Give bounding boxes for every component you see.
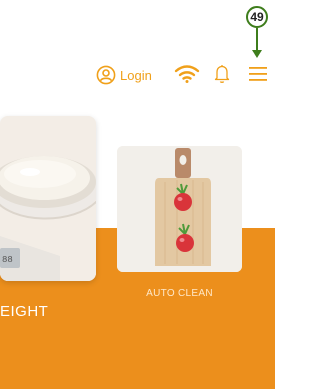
annotation-number: 49 — [250, 10, 264, 24]
card-label-scale: EIGHT — [0, 303, 49, 320]
login-label: Login — [120, 67, 152, 83]
hamburger-menu-icon[interactable] — [249, 66, 267, 82]
card-label-auto-clean: AUTO CLEAN — [146, 288, 213, 299]
flour-bowl-on-scale-image: 88 — [0, 116, 96, 281]
cutting-board-with-radishes-image — [117, 146, 242, 272]
product-card-auto-clean[interactable] — [117, 146, 242, 272]
wifi-icon[interactable] — [174, 64, 200, 84]
annotation-arrow-line — [256, 28, 258, 52]
annotation-marker: 49 — [246, 6, 268, 28]
annotation-arrow-head — [252, 50, 262, 58]
product-card-scale[interactable]: 88 — [0, 116, 96, 281]
bell-icon[interactable] — [213, 63, 231, 85]
user-circle-icon — [96, 65, 116, 85]
login-button[interactable]: Login — [96, 65, 152, 85]
svg-text:88: 88 — [2, 255, 13, 265]
